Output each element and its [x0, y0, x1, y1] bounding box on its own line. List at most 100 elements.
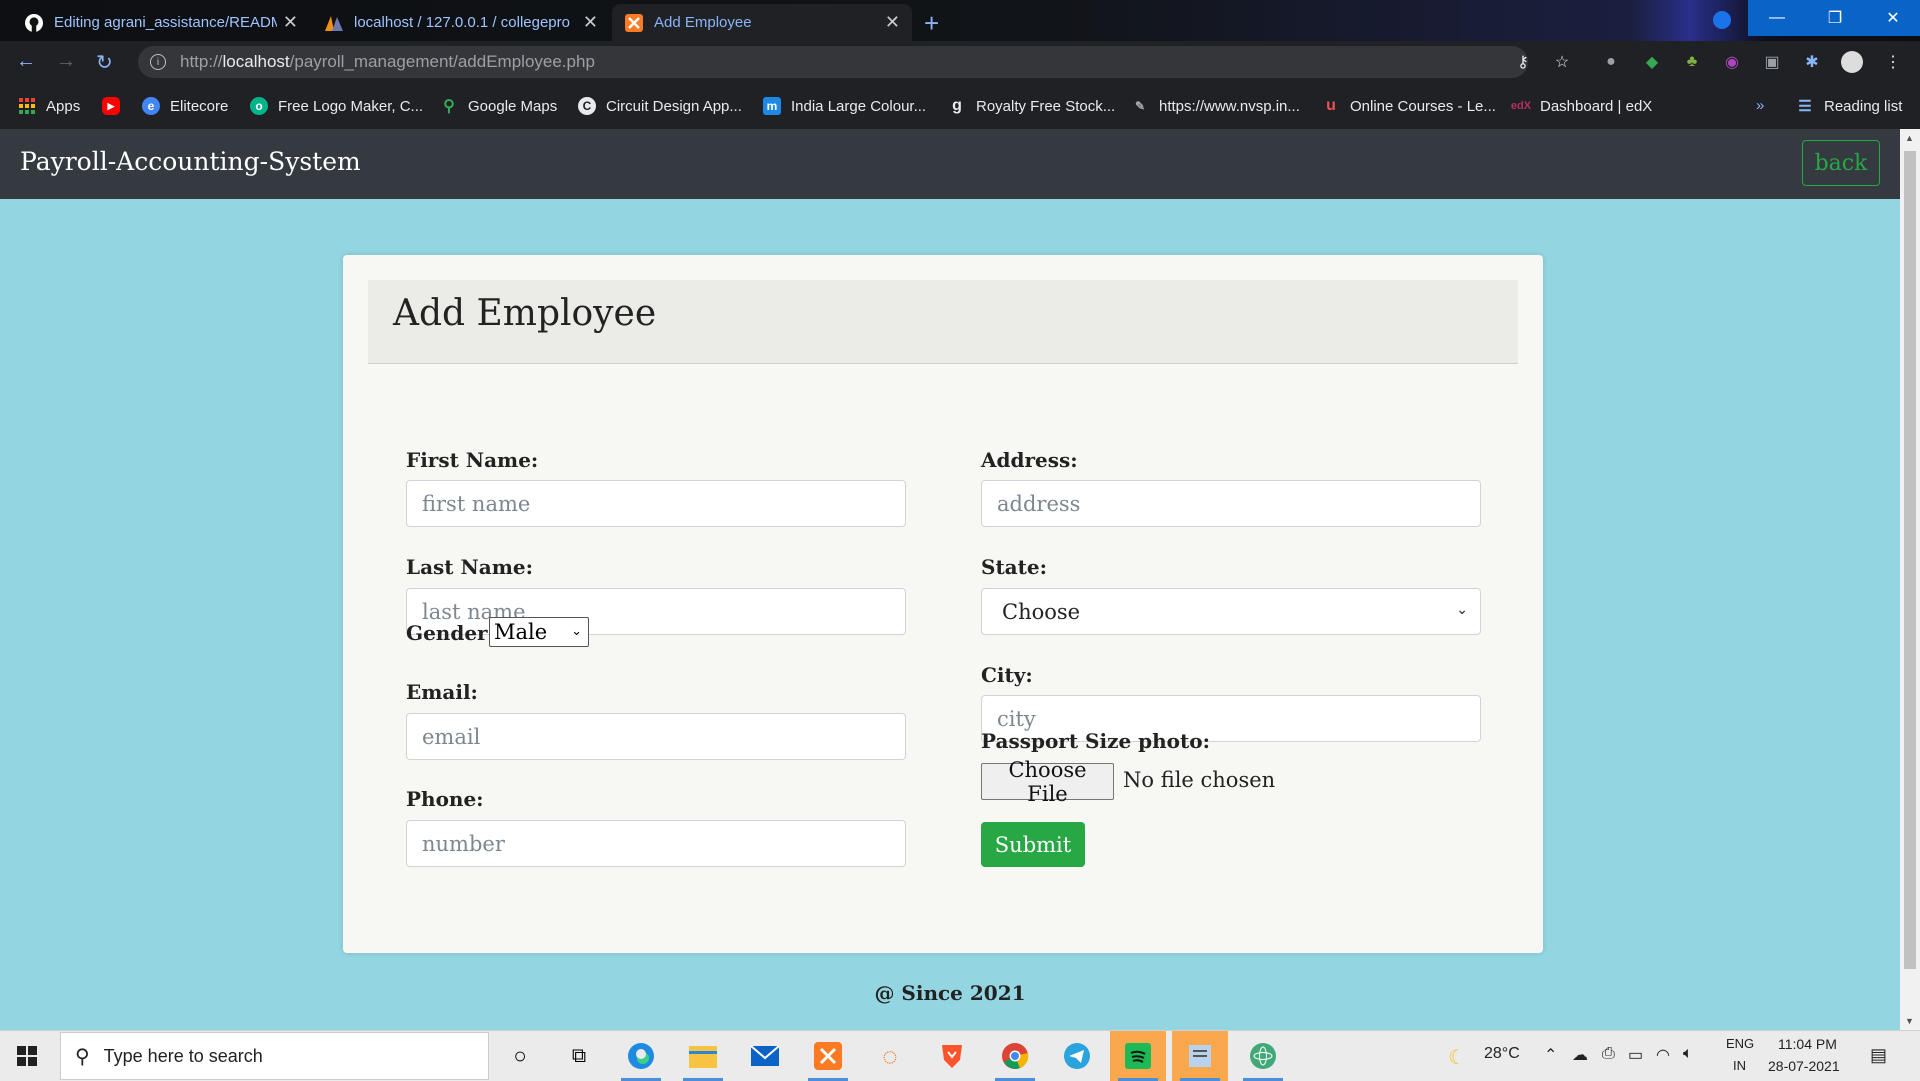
- site-info-icon[interactable]: i: [150, 54, 166, 70]
- menu-kebab-icon[interactable]: ⋮: [1882, 51, 1904, 73]
- bookmark-apps[interactable]: Apps: [18, 97, 80, 115]
- bookmark-label: Royalty Free Stock...: [976, 97, 1116, 115]
- bookmark-label: India Large Colour...: [791, 97, 927, 115]
- notifications-icon[interactable]: ▤: [1870, 1045, 1887, 1066]
- reading-list-button[interactable]: ☰ Reading list: [1796, 97, 1902, 116]
- page-viewport: Payroll-Accounting-System back Add Emplo…: [0, 129, 1900, 1030]
- wifi-icon[interactable]: ◠: [1656, 1045, 1670, 1065]
- bookmark-nvsp[interactable]: ✎ https://www.nvsp.in...: [1131, 97, 1300, 115]
- extensions-puzzle-icon[interactable]: ✱: [1801, 51, 1823, 73]
- bookmark-circuit-design[interactable]: C Circuit Design App...: [578, 97, 742, 115]
- bookmark-label: Google Maps: [468, 97, 558, 115]
- clock-date[interactable]: 28-07-2021: [1768, 1058, 1840, 1074]
- reading-list-icon: ☰: [1798, 98, 1812, 115]
- state-value: Choose: [1002, 599, 1081, 624]
- cortana-icon[interactable]: ○: [492, 1031, 548, 1081]
- bookmark-india-map[interactable]: m India Large Colour...: [763, 97, 926, 115]
- xampp-taskbar-icon[interactable]: [800, 1031, 856, 1081]
- xampp-icon: [624, 13, 644, 33]
- battery-icon[interactable]: ▭: [1628, 1045, 1643, 1065]
- task-view-icon[interactable]: ⧉: [551, 1031, 607, 1081]
- bookmark-google-maps[interactable]: ⚲ Google Maps: [440, 97, 558, 116]
- bookmark-youtube[interactable]: ▶: [102, 97, 130, 115]
- address-input[interactable]: [981, 480, 1481, 527]
- tab-phpmyadmin[interactable]: localhost / 127.0.0.1 / collegepro ✕: [312, 4, 610, 41]
- notepad-app-icon[interactable]: [1172, 1031, 1228, 1081]
- weather-temp[interactable]: 28°C: [1484, 1045, 1520, 1063]
- close-tab-icon[interactable]: ✕: [885, 12, 900, 33]
- profile-avatar-icon[interactable]: [1841, 51, 1863, 73]
- youtube-icon: ▶: [102, 97, 120, 115]
- windows-start-icon[interactable]: [17, 1046, 37, 1071]
- circuit-icon: C: [578, 97, 596, 115]
- file-explorer-icon[interactable]: [675, 1031, 731, 1081]
- phone-input[interactable]: [406, 820, 906, 867]
- bookmark-edx[interactable]: edX Dashboard | edX: [1511, 97, 1652, 115]
- choose-file-button[interactable]: Choose File: [981, 758, 1114, 806]
- chevron-down-icon: ⌄: [571, 624, 582, 639]
- onedrive-cloud-icon[interactable]: ☁: [1572, 1045, 1588, 1065]
- tab-strip: Editing agrani_assistance/README ✕ local…: [0, 0, 1920, 41]
- bookmark-udemy[interactable]: u Online Courses - Le...: [1322, 97, 1496, 115]
- close-tab-icon[interactable]: ✕: [283, 12, 298, 33]
- tab-add-employee[interactable]: Add Employee ✕: [612, 4, 912, 41]
- scroll-up-icon[interactable]: ▲: [1905, 133, 1914, 143]
- last-name-label: Last Name:: [406, 555, 533, 579]
- bookmark-royalty-free[interactable]: g Royalty Free Stock...: [948, 97, 1115, 115]
- brave-icon[interactable]: [924, 1031, 980, 1081]
- extension-camera-icon[interactable]: ▣: [1761, 51, 1783, 73]
- close-tab-icon[interactable]: ✕: [583, 12, 598, 33]
- input-region[interactable]: IN: [1733, 1058, 1746, 1073]
- bookmark-star-icon[interactable]: ☆: [1551, 51, 1573, 73]
- tray-chevron-up-icon[interactable]: ⌃: [1544, 1045, 1557, 1065]
- profile-sync-icon[interactable]: [1713, 11, 1731, 29]
- chrome-icon[interactable]: [987, 1031, 1043, 1081]
- scroll-thumb[interactable]: [1904, 151, 1916, 969]
- telegram-icon[interactable]: [1049, 1031, 1105, 1081]
- weather-moon-icon[interactable]: ☾: [1448, 1045, 1466, 1070]
- atom-icon[interactable]: [1235, 1031, 1291, 1081]
- extension-purple-icon[interactable]: ◉: [1721, 51, 1743, 73]
- restore-icon[interactable]: ❐: [1806, 0, 1864, 36]
- address-bar[interactable]: i http://localhost/payroll_management/ad…: [138, 46, 1528, 78]
- bookmark-label: Elitecore: [170, 97, 229, 115]
- gender-value: Male: [494, 620, 548, 644]
- first-name-input[interactable]: [406, 480, 906, 527]
- email-input[interactable]: [406, 713, 906, 760]
- tab-github[interactable]: Editing agrani_assistance/README ✕: [12, 4, 310, 41]
- forward-arrow-icon[interactable]: →: [56, 50, 76, 73]
- meet-now-icon[interactable]: ⎙: [1602, 1045, 1615, 1063]
- close-window-icon[interactable]: ✕: [1864, 0, 1920, 36]
- edge-icon[interactable]: [613, 1031, 669, 1081]
- email-label: Email:: [406, 680, 478, 704]
- extension-colorful-icon[interactable]: ◆: [1641, 51, 1663, 73]
- new-tab-icon[interactable]: +: [924, 8, 939, 39]
- page-scrollbar[interactable]: ▲ ▼: [1900, 129, 1920, 1030]
- spotify-icon[interactable]: [1110, 1031, 1166, 1081]
- bookmark-logo-maker[interactable]: o Free Logo Maker, C...: [250, 97, 423, 115]
- minimize-icon[interactable]: —: [1748, 0, 1806, 36]
- extension-mouse-icon[interactable]: ●: [1600, 51, 1622, 73]
- extension-tree-icon[interactable]: ♣: [1681, 51, 1703, 73]
- key-icon[interactable]: ⚷: [1512, 51, 1534, 73]
- volume-icon[interactable]: 🔈︎: [1683, 1045, 1693, 1063]
- bookmarks-overflow-icon[interactable]: »: [1756, 97, 1764, 114]
- g-icon: g: [952, 97, 962, 114]
- reload-icon[interactable]: ↻: [96, 50, 113, 75]
- taskbar-search-box[interactable]: ⚲ Type here to search: [60, 1032, 489, 1080]
- submit-button[interactable]: Submit: [981, 822, 1085, 867]
- photo-label: Passport Size photo:: [981, 729, 1210, 753]
- mail-icon[interactable]: [737, 1031, 793, 1081]
- bookmark-elitecore[interactable]: e Elitecore: [142, 97, 228, 115]
- city-label: City:: [981, 663, 1033, 687]
- input-language[interactable]: ENG: [1726, 1036, 1754, 1051]
- state-select[interactable]: Choose ⌄: [981, 588, 1481, 635]
- clock-time[interactable]: 11:04 PM: [1778, 1036, 1837, 1052]
- app-brand[interactable]: Payroll-Accounting-System: [20, 147, 361, 176]
- back-button[interactable]: back: [1802, 140, 1880, 186]
- jupyter-icon[interactable]: ◌: [862, 1031, 918, 1081]
- back-arrow-icon[interactable]: ←: [16, 50, 36, 73]
- bookmark-label: Circuit Design App...: [606, 97, 742, 115]
- gender-select[interactable]: Male ⌄: [489, 617, 589, 647]
- scroll-down-icon[interactable]: ▼: [1905, 1016, 1914, 1026]
